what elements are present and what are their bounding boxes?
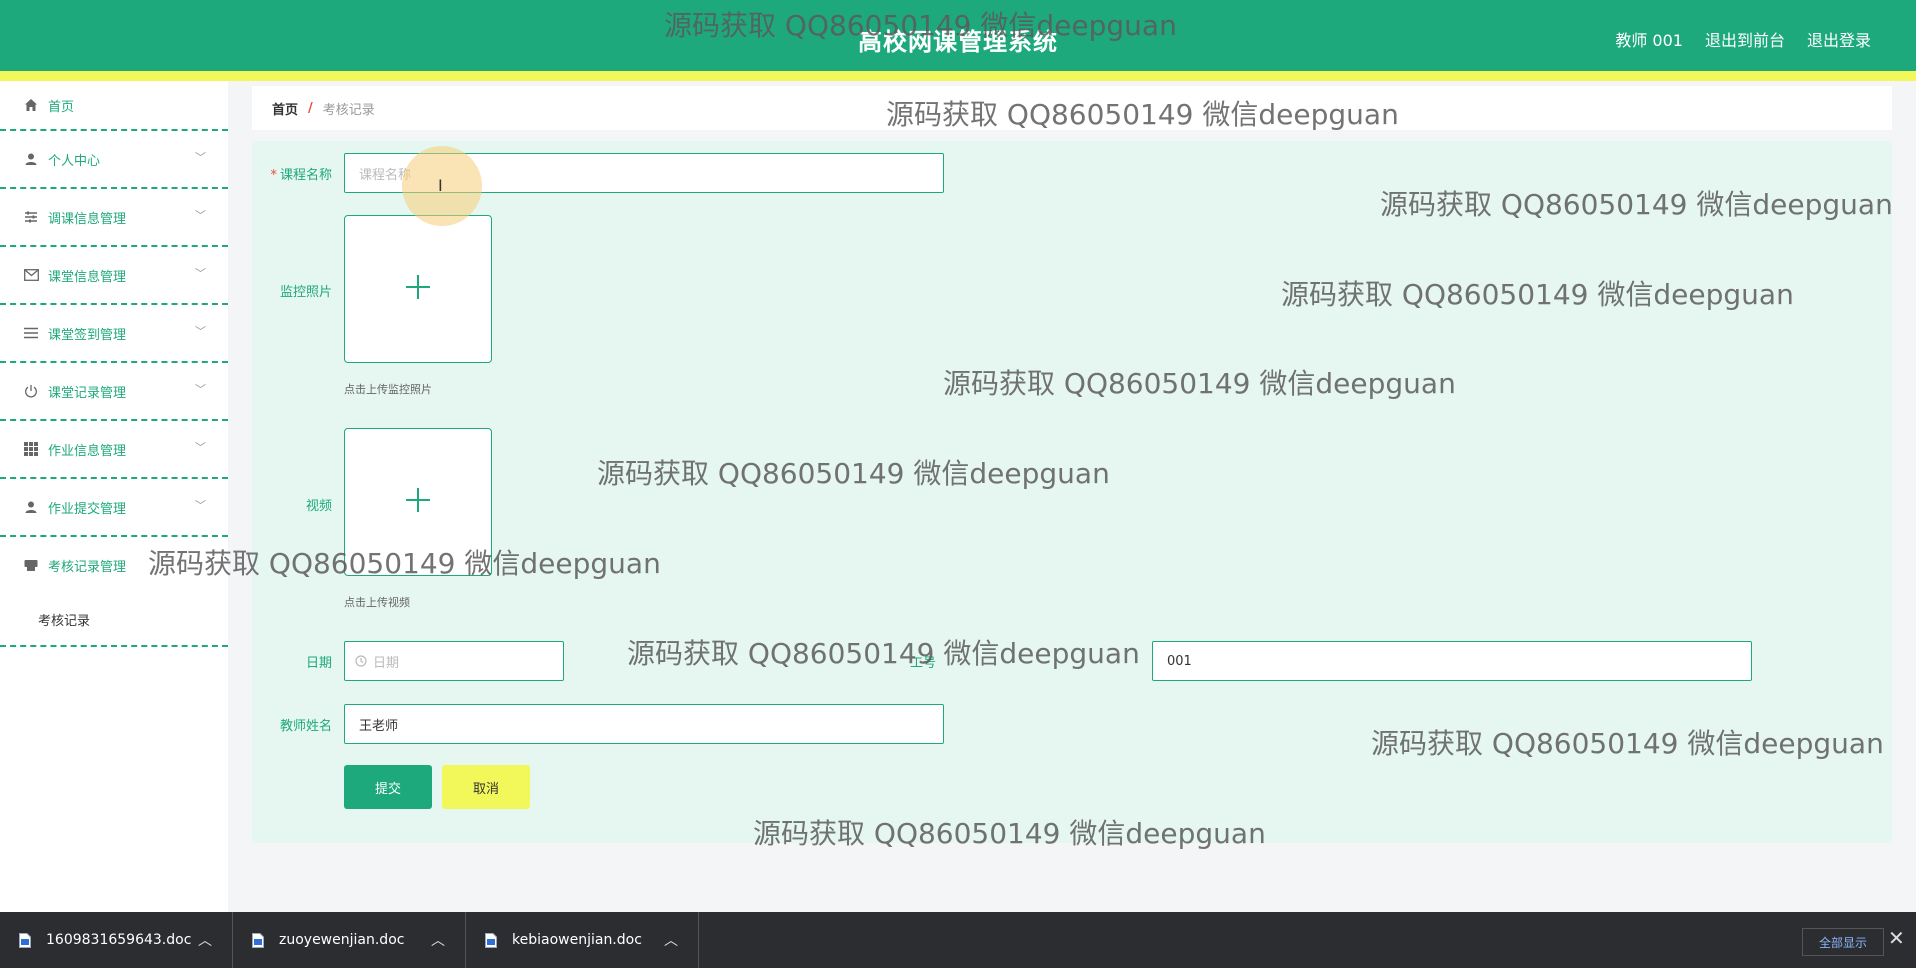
sidebar-item-check-in[interactable]: 课堂签到管理 ﹀ — [0, 305, 228, 363]
sidebar-item-reschedule[interactable]: 调课信息管理 ﹀ — [0, 189, 228, 247]
download-filename: zuoyewenjian.doc — [279, 932, 405, 948]
plus-icon — [405, 274, 431, 304]
download-item[interactable]: 1609831659643.doc ︿ — [0, 912, 233, 968]
user-icon — [22, 498, 40, 516]
sidebar: 首页 个人中心 ﹀ 调课信息管理 ﹀ 课堂信息管理 ﹀ 课堂签到管理 ﹀ 课堂记… — [0, 81, 228, 912]
teacher-name-label: 教师姓名 — [279, 719, 332, 734]
printer-icon — [22, 556, 40, 574]
sidebar-item-homework-info[interactable]: 作业信息管理 ﹀ — [0, 421, 228, 479]
exit-to-front-link[interactable]: 退出到前台 — [1705, 27, 1785, 51]
breadcrumb-current: 考核记录 — [322, 102, 375, 118]
teacher-name-input[interactable]: 王老师 — [344, 704, 944, 744]
sidebar-item-homework-submit[interactable]: 作业提交管理 ﹀ — [0, 479, 228, 537]
home-icon — [22, 96, 40, 114]
user-icon — [22, 150, 40, 168]
power-icon — [22, 382, 40, 400]
grid-icon — [22, 440, 40, 458]
clock-icon — [355, 655, 367, 667]
cancel-button[interactable]: 取消 — [442, 765, 530, 809]
close-icon[interactable]: ✕ — [1888, 926, 1905, 950]
sidebar-item-label: 课堂信息管理 — [48, 269, 127, 285]
current-user: 教师 001 — [1615, 31, 1683, 50]
video-upload-tip: 点击上传视频 — [344, 596, 410, 609]
sidebar-item-assessment[interactable]: 考核记录管理 — [0, 537, 228, 593]
download-item[interactable]: kebiaowenjian.doc ︿ — [466, 912, 699, 968]
sidebar-subitem-assessment-records[interactable]: 考核记录 — [0, 593, 228, 647]
logout-link[interactable]: 退出登录 — [1807, 27, 1871, 51]
chevron-down-icon: ﹀ — [195, 325, 206, 338]
plus-icon — [405, 487, 431, 517]
video-upload-box[interactable] — [344, 428, 492, 576]
document-icon — [18, 932, 32, 948]
chevron-up-icon[interactable]: ︿ — [431, 930, 445, 950]
chevron-down-icon: ﹀ — [195, 441, 206, 454]
chevron-down-icon: ﹀ — [195, 267, 206, 280]
breadcrumb-separator: / — [308, 100, 313, 116]
sidebar-item-class-records[interactable]: 课堂记录管理 ﹀ — [0, 363, 228, 421]
submit-button[interactable]: 提交 — [344, 765, 432, 809]
top-header: 高校网课管理系统 教师 001 退出到前台 退出登录 — [0, 0, 1916, 71]
document-icon — [251, 932, 265, 948]
chevron-up-icon[interactable]: ︿ — [198, 930, 212, 950]
date-picker[interactable]: 日期 — [344, 641, 564, 681]
text-cursor-icon: I — [438, 176, 443, 195]
course-name-label: * 课程名称 — [270, 168, 332, 183]
show-all-downloads-button[interactable]: 全部显示 — [1802, 928, 1884, 956]
chevron-down-icon: ﹀ — [195, 383, 206, 396]
sidebar-item-label: 作业信息管理 — [48, 443, 127, 459]
sidebar-item-home[interactable]: 首页 — [0, 81, 228, 131]
sidebar-item-class-info[interactable]: 课堂信息管理 ﹀ — [0, 247, 228, 305]
video-label: 视频 — [305, 499, 332, 514]
worker-id-input[interactable]: 001 — [1152, 641, 1752, 681]
sidebar-item-label: 调课信息管理 — [48, 211, 127, 227]
sidebar-item-label: 考核记录管理 — [48, 559, 127, 575]
sliders-icon — [22, 208, 40, 226]
date-placeholder: 日期 — [373, 655, 400, 671]
sidebar-item-label: 作业提交管理 — [48, 501, 127, 517]
sidebar-item-label: 个人中心 — [48, 153, 101, 169]
download-item[interactable]: zuoyewenjian.doc ︿ — [233, 912, 466, 968]
chevron-up-icon[interactable]: ︿ — [664, 930, 678, 950]
breadcrumb-home[interactable]: 首页 — [272, 99, 298, 118]
worker-id-label: 工号 — [909, 656, 936, 671]
header-accent-bar — [0, 71, 1916, 81]
photo-upload-tip: 点击上传监控照片 — [344, 383, 432, 396]
sidebar-item-label: 课堂记录管理 — [48, 385, 127, 401]
download-filename: kebiaowenjian.doc — [512, 932, 642, 948]
breadcrumb: 首页 / 考核记录 — [252, 86, 1892, 130]
mail-icon — [22, 266, 40, 284]
sidebar-item-label: 课堂签到管理 — [48, 327, 127, 343]
document-icon — [484, 932, 498, 948]
photo-upload-box[interactable] — [344, 215, 492, 363]
sidebar-item-personal-center[interactable]: 个人中心 ﹀ — [0, 131, 228, 189]
header-actions: 教师 001 退出到前台 退出登录 — [1615, 27, 1871, 51]
download-filename: 1609831659643.doc — [46, 932, 192, 948]
date-label: 日期 — [305, 656, 332, 671]
chevron-down-icon: ﹀ — [195, 499, 206, 512]
sidebar-item-label: 首页 — [48, 99, 75, 115]
photo-label: 监控照片 — [279, 285, 332, 300]
assessment-form: * 课程名称 课程名称 监控照片 点击上传监控照片 视频 点击上传视频 日期 日期… — [252, 141, 1892, 843]
chevron-down-icon: ﹀ — [195, 209, 206, 222]
list-icon — [22, 324, 40, 342]
chevron-down-icon: ﹀ — [195, 151, 206, 164]
downloads-bar: 1609831659643.doc ︿ zuoyewenjian.doc ︿ k… — [0, 912, 1916, 968]
